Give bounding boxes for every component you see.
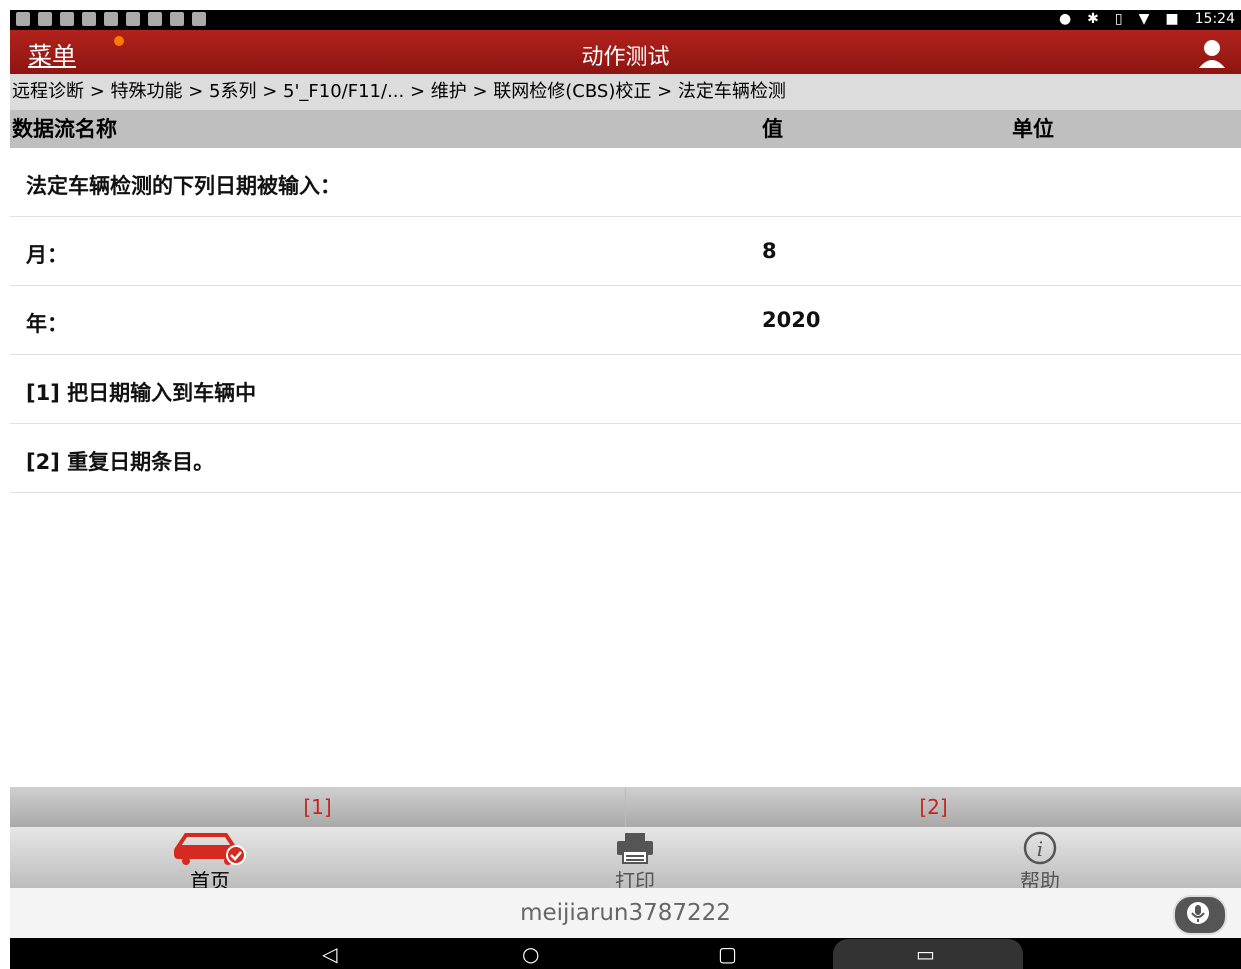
svg-text:i: i [1037,837,1043,861]
table-row: [1] 把日期输入到车辆中 [10,355,1241,424]
microphone-button[interactable] [1173,895,1227,935]
wechat-icon [38,12,52,26]
user-icon[interactable] [1197,38,1227,68]
info-icon: i [1023,831,1057,865]
notification-icon [82,12,96,26]
column-header-unit: 单位 [1012,117,1054,141]
printer-icon [617,833,653,864]
action-button-2[interactable]: [2] [626,787,1241,827]
notification-icon [104,12,118,26]
row-name: 年： [26,312,68,336]
nav-help[interactable]: i 帮助 [840,827,1240,893]
status-bar: ● ✱ ▯ ▼ ■ 15:24 [10,10,1241,30]
table-row: [2] 重复日期条目。 [10,424,1241,493]
action-button-bar: [1] [2] [10,787,1241,827]
table-header: 数据流名称 值 单位 [10,110,1241,148]
app-header: 菜单 动作测试 [10,30,1241,74]
table-row: 月： 8 [10,217,1241,286]
app-notification-icon [170,12,184,26]
row-name: 法定车辆检测的下列日期被输入： [26,174,341,198]
row-name: [1] 把日期输入到车辆中 [26,381,257,405]
notification-icon [126,12,140,26]
home-circle-icon[interactable]: ○ [522,942,539,966]
battery-icon: ■ [1165,11,1179,27]
back-icon[interactable]: ◁ [322,942,337,966]
user-strip: meijiarun3787222 [10,888,1241,938]
app-notification-icon [16,12,30,26]
table-row: 法定车辆检测的下列日期被输入： [10,148,1241,217]
app-notification-icon [148,12,162,26]
microphone-icon [1187,902,1209,924]
row-value: 8 [762,239,777,263]
cropped-top-text [0,0,1241,10]
nav-print[interactable]: 打印 [430,827,840,893]
app-notification-icon [192,12,206,26]
row-name: 月： [26,243,68,267]
row-value: 2020 [762,308,821,332]
breadcrumb-path: 远程诊断 > 特殊功能 > 5系列 > 5'_F10/F11/... > 维护 … [12,81,786,102]
data-table: 法定车辆检测的下列日期被输入： 月： 8 年： 2020 [1] 把日期输入到车… [10,148,1241,493]
image-icon[interactable]: ▭ [916,942,935,966]
table-row: 年： 2020 [10,286,1241,355]
breadcrumb: 远程诊断 > 特殊功能 > 5系列 > 5'_F10/F11/... > 维护 … [10,74,1241,110]
action-button-1[interactable]: [1] [10,787,626,827]
wifi-icon: ▼ [1138,11,1150,27]
bottom-nav: 首页 打印 i 帮助 [10,827,1241,893]
column-header-value: 值 [762,117,783,141]
page-title: 动作测试 [581,45,670,70]
vibrate-icon: ▯ [1114,11,1123,27]
username: meijiarun3787222 [520,900,731,926]
row-name: [2] 重复日期条目。 [26,450,215,474]
nav-home[interactable]: 首页 [10,827,410,893]
column-header-name: 数据流名称 [12,117,117,141]
wechat-icon [60,12,74,26]
clock: 15:24 [1194,11,1235,27]
bluetooth-icon: ✱ [1087,11,1099,27]
car-icon [174,833,246,865]
system-nav-bar: ◁ ○ ▢ ▭ [10,938,1241,969]
notification-icons [16,12,206,26]
location-icon: ● [1058,11,1072,27]
recents-icon[interactable]: ▢ [718,942,737,966]
